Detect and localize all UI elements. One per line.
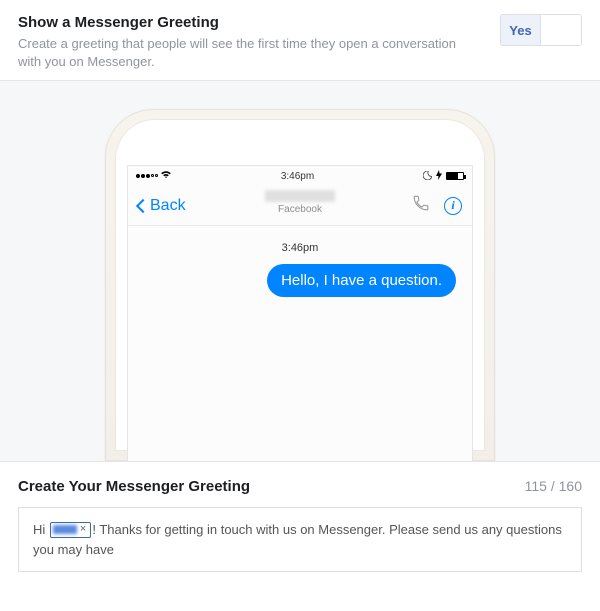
- outgoing-message: Hello, I have a question.: [267, 264, 456, 297]
- charging-icon: [436, 170, 442, 183]
- toggle-yes[interactable]: Yes: [501, 15, 541, 45]
- greeting-textarea[interactable]: Hi ×! Thanks for getting in touch with u…: [18, 507, 582, 572]
- section-description: Create a greeting that people will see t…: [18, 35, 480, 70]
- toggle-no[interactable]: [541, 15, 581, 45]
- signal-icon: [136, 174, 158, 178]
- token-remove-icon[interactable]: ×: [80, 524, 86, 535]
- greeting-text-suffix: ! Thanks for getting in touch with us on…: [33, 522, 562, 557]
- back-label: Back: [150, 197, 186, 215]
- contact-subtitle: Facebook: [265, 204, 335, 215]
- greeting-toggle[interactable]: Yes: [500, 14, 582, 46]
- back-button[interactable]: Back: [138, 197, 186, 215]
- call-icon[interactable]: [412, 194, 430, 217]
- chevron-left-icon: [136, 199, 150, 213]
- char-counter: 115 / 160: [525, 478, 582, 494]
- token-value-blurred: [53, 525, 77, 534]
- battery-icon: [446, 172, 464, 180]
- contact-name-blurred: [265, 190, 335, 202]
- editor-title: Create Your Messenger Greeting: [18, 478, 250, 495]
- message-timestamp: 3:46pm: [144, 242, 456, 254]
- name-token[interactable]: ×: [50, 522, 91, 538]
- info-icon[interactable]: i: [444, 197, 462, 215]
- dnd-icon: [423, 171, 432, 182]
- status-time: 3:46pm: [281, 171, 314, 182]
- chat-nav-bar: Back Facebook i: [128, 186, 472, 226]
- wifi-icon: [160, 170, 172, 182]
- phone-preview: 3:46pm Back: [0, 80, 600, 462]
- status-bar: 3:46pm: [128, 166, 472, 186]
- section-title: Show a Messenger Greeting: [18, 14, 480, 31]
- greeting-text-prefix: Hi: [33, 522, 49, 537]
